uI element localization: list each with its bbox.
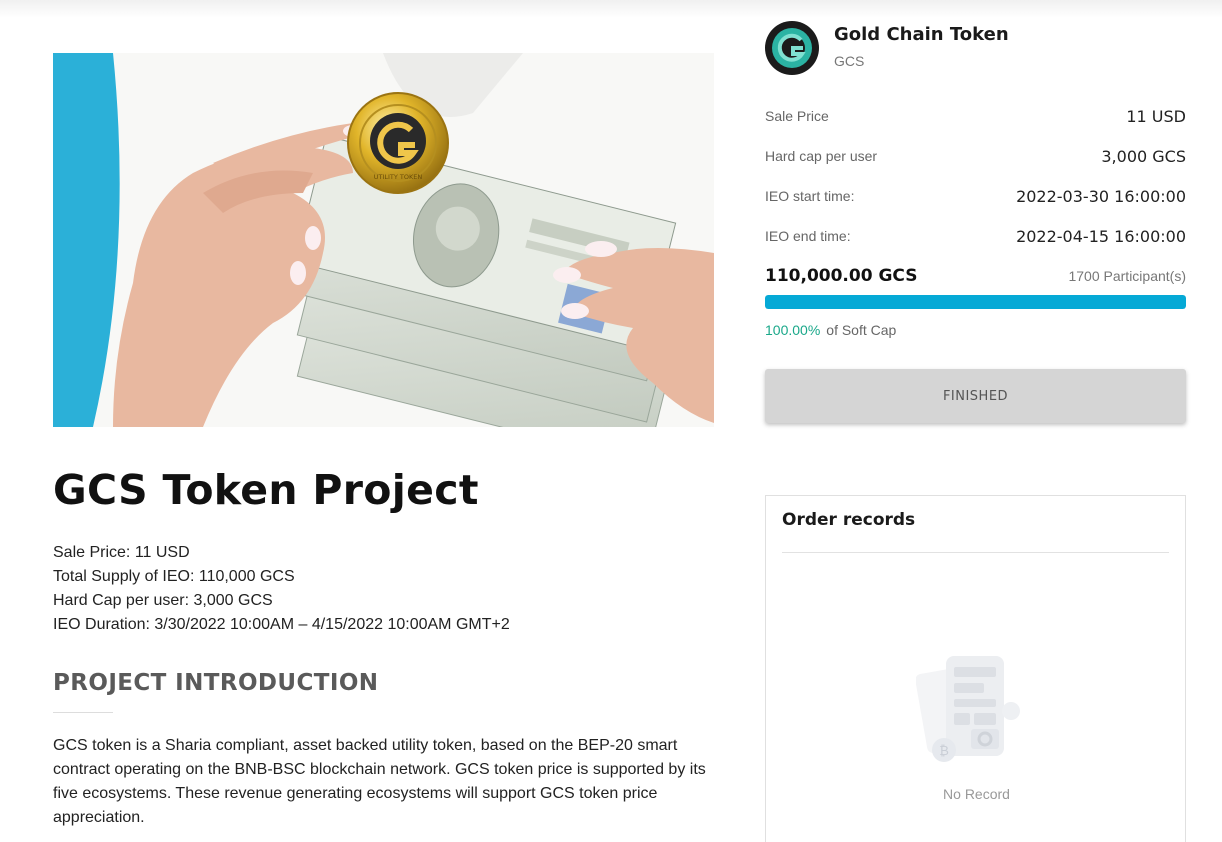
order-records-panel: Order records ₿ No Record [765, 495, 1186, 842]
token-name: Gold Chain Token [834, 24, 1009, 45]
info-row-start-time: IEO start time: 2022-03-30 16:00:00 [765, 184, 1186, 208]
soft-cap-label: of Soft Cap [826, 322, 897, 338]
soft-cap-percent: 100.00% [765, 322, 821, 338]
fact-total-supply: Total Supply of IEO: 110,000 GCS [53, 568, 295, 585]
info-value: 2022-03-30 16:00:00 [1016, 186, 1186, 206]
info-value: 11 USD [1126, 106, 1186, 126]
project-intro-heading: PROJECT INTRODUCTION [53, 670, 379, 696]
info-label: Sale Price [765, 108, 829, 124]
info-value: 2022-04-15 16:00:00 [1016, 226, 1186, 246]
progress-bar [765, 295, 1186, 309]
hero-illustration: UTILITY TOKEN [53, 53, 714, 427]
fact-sale-price: Sale Price: 11 USD [53, 544, 190, 561]
project-intro-text: GCS token is a Sharia compliant, asset b… [53, 737, 706, 826]
soft-cap-status: 100.00% of Soft Cap [765, 322, 896, 338]
info-label: IEO end time: [765, 228, 851, 244]
intro-divider [53, 712, 113, 713]
project-title: GCS Token Project [53, 466, 479, 514]
raised-amount: 110,000.00 GCS [765, 266, 918, 286]
token-logo-icon [765, 21, 819, 75]
info-value: 3,000 GCS [1101, 146, 1186, 166]
coin-text: UTILITY TOKEN [374, 173, 423, 181]
info-label: IEO start time: [765, 188, 855, 204]
svg-text:₿: ₿ [939, 744, 949, 759]
info-row-hard-cap: Hard cap per user 3,000 GCS [765, 144, 1186, 168]
fact-hard-cap: Hard Cap per user: 3,000 GCS [53, 592, 273, 609]
participants-count: 1700 Participant(s) [1068, 268, 1186, 284]
token-symbol: GCS [834, 53, 865, 69]
info-label: Hard cap per user [765, 148, 878, 164]
fact-duration: IEO Duration: 3/30/2022 10:00AM – 4/15/2… [53, 616, 510, 633]
order-records-divider [782, 552, 1169, 553]
finished-button[interactable]: FINISHED [765, 369, 1186, 423]
no-record-illustration-icon: ₿ [915, 651, 1026, 769]
order-records-title: Order records [782, 510, 916, 530]
info-row-sale-price: Sale Price 11 USD [765, 104, 1186, 128]
project-hero-image: UTILITY TOKEN [53, 53, 714, 427]
info-row-end-time: IEO end time: 2022-04-15 16:00:00 [765, 224, 1186, 248]
progress-fill [765, 295, 1186, 309]
no-record-label: No Record [943, 786, 1010, 802]
project-facts: Sale Price: 11 USD Total Supply of IEO: … [53, 541, 510, 637]
header-shadow [0, 0, 1222, 18]
